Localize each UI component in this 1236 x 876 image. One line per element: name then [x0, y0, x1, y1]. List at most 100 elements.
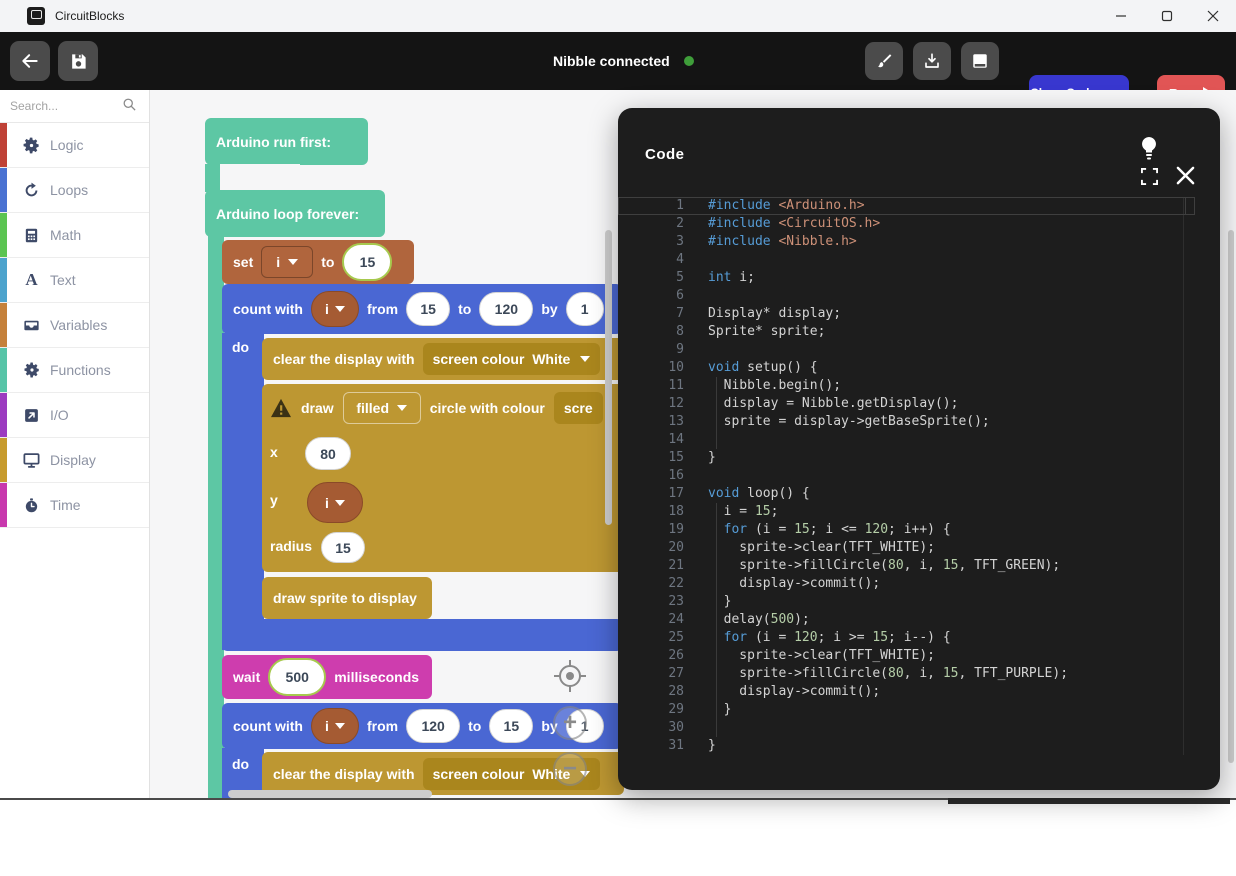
- variable-dropdown[interactable]: i: [311, 708, 359, 744]
- sidebar-item-math[interactable]: Math: [0, 213, 149, 258]
- horizontal-scrollbar[interactable]: [228, 790, 432, 798]
- number-value: 120: [421, 718, 444, 734]
- screen-colour-dropdown[interactable]: screen colour White: [423, 343, 601, 375]
- close-code-panel-button[interactable]: [1173, 163, 1197, 187]
- code-line[interactable]: 12 display = Nibble.getDisplay();: [618, 395, 1195, 413]
- code-line[interactable]: 20 sprite->clear(TFT_WHITE);: [618, 539, 1195, 557]
- sidebar-item-loops[interactable]: Loops: [0, 168, 149, 213]
- code-line[interactable]: 28 display->commit();: [618, 683, 1195, 701]
- vertical-scrollbar[interactable]: [605, 230, 612, 525]
- code-line[interactable]: 2#include <CircuitOS.h>: [618, 215, 1195, 233]
- warning-icon[interactable]: [270, 398, 292, 418]
- number-field[interactable]: 15: [406, 292, 450, 326]
- code-line[interactable]: 10void setup() {: [618, 359, 1195, 377]
- number-value: 15: [504, 718, 520, 734]
- code-line[interactable]: 23 }: [618, 593, 1195, 611]
- code-line[interactable]: 27 sprite->fillCircle(80, i, 15, TFT_PUR…: [618, 665, 1195, 683]
- zoom-out-button[interactable]: −: [553, 752, 587, 786]
- page-scrollbar[interactable]: [1228, 230, 1234, 763]
- code-line[interactable]: 5int i;: [618, 269, 1195, 287]
- block-draw-circle[interactable]: draw filled circle with colour scre x 80…: [262, 384, 624, 572]
- category-label: Logic: [50, 137, 83, 153]
- empty-statement-slot[interactable]: [220, 164, 300, 192]
- do-label: do: [232, 339, 249, 355]
- minimize-button[interactable]: [1098, 0, 1144, 32]
- sidebar-item-io[interactable]: I/O: [0, 393, 149, 438]
- sidebar-item-logic[interactable]: Logic: [0, 123, 149, 168]
- number-field[interactable]: 500: [268, 658, 326, 696]
- code-line[interactable]: 16: [618, 467, 1195, 485]
- variable-dropdown[interactable]: i: [307, 482, 363, 523]
- code-line[interactable]: 15}: [618, 449, 1195, 467]
- code-lines[interactable]: 1#include <Arduino.h>2#include <CircuitO…: [618, 197, 1195, 755]
- code-line[interactable]: 30: [618, 719, 1195, 737]
- circle-colour-dropdown[interactable]: scre: [554, 392, 603, 424]
- code-line[interactable]: 3#include <Nibble.h>: [618, 233, 1195, 251]
- zoom-in-button[interactable]: +: [553, 706, 587, 740]
- code-line[interactable]: 31}: [618, 737, 1195, 755]
- code-line[interactable]: 19 for (i = 15; i <= 120; i++) {: [618, 521, 1195, 539]
- number-field[interactable]: 15: [321, 532, 365, 563]
- sidebar-item-functions[interactable]: Functions: [0, 348, 149, 393]
- code-line[interactable]: 9: [618, 341, 1195, 359]
- code-line[interactable]: 4: [618, 251, 1195, 269]
- block-label: milliseconds: [334, 669, 419, 685]
- code-line[interactable]: 13 sprite = display->getBaseSprite();: [618, 413, 1195, 431]
- maximize-button[interactable]: [1144, 0, 1190, 32]
- code-line[interactable]: 25 for (i = 120; i >= 15; i--) {: [618, 629, 1195, 647]
- recenter-button[interactable]: [552, 658, 588, 694]
- number-field[interactable]: 15: [342, 243, 392, 281]
- code-line[interactable]: 6: [618, 287, 1195, 305]
- number-field[interactable]: 120: [406, 709, 460, 743]
- paint-button[interactable]: [865, 42, 903, 80]
- code-line[interactable]: 17void loop() {: [618, 485, 1195, 503]
- block-set-variable[interactable]: set i to 15: [222, 240, 414, 284]
- code-line[interactable]: 22 display->commit();: [618, 575, 1195, 593]
- number-field[interactable]: 15: [489, 709, 533, 743]
- search-box[interactable]: Search...: [0, 90, 149, 123]
- variable-dropdown[interactable]: i: [261, 246, 313, 278]
- code-line[interactable]: 7Display* display;: [618, 305, 1195, 323]
- sidebar-item-variables[interactable]: Variables: [0, 303, 149, 348]
- block-wait[interactable]: wait 500 milliseconds: [222, 655, 432, 699]
- code-line[interactable]: 1#include <Arduino.h>: [618, 197, 1195, 215]
- fill-style-dropdown[interactable]: filled: [343, 392, 421, 424]
- sidebar-item-time[interactable]: Time: [0, 483, 149, 528]
- dropdown-value: screen colour White: [433, 766, 571, 782]
- code-line[interactable]: 29 }: [618, 701, 1195, 719]
- code-text: i = 15;: [708, 504, 778, 519]
- block-arduino-run-first[interactable]: Arduino run first:: [205, 118, 368, 165]
- category-label: I/O: [50, 407, 69, 423]
- number-field[interactable]: 120: [479, 292, 533, 326]
- console-button[interactable]: [961, 42, 999, 80]
- code-line[interactable]: 11 Nibble.begin();: [618, 377, 1195, 395]
- category-color-strip: [0, 213, 7, 257]
- number-field[interactable]: 1: [566, 292, 604, 326]
- block-label: clear the display with: [273, 766, 415, 782]
- param-label-y: y: [270, 492, 278, 508]
- line-number: 3: [618, 233, 684, 251]
- autoformat-button[interactable]: [1136, 134, 1162, 164]
- sidebar-item-text[interactable]: A Text: [0, 258, 149, 303]
- code-line[interactable]: 21 sprite->fillCircle(80, i, 15, TFT_GRE…: [618, 557, 1195, 575]
- block-clear-display[interactable]: clear the display with screen colour Whi…: [262, 338, 624, 380]
- indent-guide: [716, 647, 717, 665]
- back-button[interactable]: [10, 41, 50, 81]
- export-button[interactable]: [913, 42, 951, 80]
- close-button[interactable]: [1190, 0, 1236, 32]
- block-draw-sprite[interactable]: draw sprite to display: [262, 577, 432, 619]
- code-line[interactable]: 26 sprite->clear(TFT_WHITE);: [618, 647, 1195, 665]
- code-line[interactable]: 8Sprite* sprite;: [618, 323, 1195, 341]
- variable-dropdown[interactable]: i: [311, 291, 359, 327]
- block-count-with-up[interactable]: count with i from 15 to 120 by 1: [222, 284, 622, 334]
- fullscreen-button[interactable]: [1138, 165, 1160, 187]
- save-button[interactable]: [58, 41, 98, 81]
- code-line[interactable]: 14: [618, 431, 1195, 449]
- sidebar-item-display[interactable]: Display: [0, 438, 149, 483]
- block-arduino-loop-forever[interactable]: Arduino loop forever:: [205, 190, 385, 237]
- code-line[interactable]: 24 delay(500);: [618, 611, 1195, 629]
- number-field[interactable]: 80: [305, 437, 351, 470]
- letter-a-icon: A: [22, 271, 41, 290]
- line-number: 28: [618, 683, 684, 701]
- code-line[interactable]: 18 i = 15;: [618, 503, 1195, 521]
